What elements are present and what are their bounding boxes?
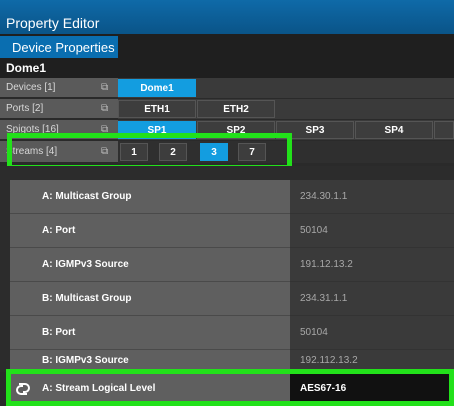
property-row: A: IGMPv3 Source 191.12.13.2 bbox=[10, 248, 454, 282]
property-row: B: Port 50104 bbox=[10, 316, 454, 350]
ports-row: Ports [2] ⧉ ETH1 ETH2 bbox=[0, 99, 454, 119]
property-row: A: Port 50104 bbox=[10, 214, 454, 248]
property-name: B: Port bbox=[10, 316, 290, 350]
ports-label: Ports [2] ⧉ bbox=[0, 99, 118, 119]
port-chip-eth2[interactable]: ETH2 bbox=[197, 100, 275, 118]
window-title: Property Editor bbox=[6, 15, 100, 31]
property-value[interactable]: 50104 bbox=[290, 214, 454, 248]
property-value[interactable]: 50104 bbox=[290, 316, 454, 350]
property-value[interactable]: 234.30.1.1 bbox=[290, 180, 454, 214]
property-name: A: Multicast Group bbox=[10, 180, 290, 214]
devices-row: Devices [1] ⧉ Dome1 bbox=[0, 78, 454, 98]
device-name: Dome1 bbox=[0, 58, 454, 78]
filter-icon[interactable]: ⧉ bbox=[101, 99, 108, 119]
property-value[interactable]: 191.12.13.2 bbox=[290, 248, 454, 282]
property-value[interactable]: 234.31.1.1 bbox=[290, 282, 454, 316]
property-name: A: IGMPv3 Source bbox=[10, 248, 290, 282]
port-chip-eth1[interactable]: ETH1 bbox=[118, 100, 196, 118]
property-name: A: Port bbox=[10, 214, 290, 248]
devices-label: Devices [1] ⧉ bbox=[0, 78, 118, 98]
spigot-chip-sp4[interactable]: SP4 bbox=[355, 121, 433, 139]
tab-label: Device Properties bbox=[12, 39, 115, 55]
streams-highlight bbox=[7, 133, 292, 170]
property-row: B: Multicast Group 234.31.1.1 bbox=[10, 282, 454, 316]
ports-label-text: Ports [2] bbox=[6, 103, 44, 114]
tab-bar: Device Properties bbox=[0, 34, 454, 58]
spigot-chip-more[interactable] bbox=[434, 121, 454, 139]
property-list: A: Multicast Group 234.30.1.1 A: Port 50… bbox=[0, 166, 454, 372]
property-name: B: Multicast Group bbox=[10, 282, 290, 316]
logical-level-highlight bbox=[6, 369, 454, 406]
tab-strip bbox=[0, 36, 8, 58]
device-chip-dome1[interactable]: Dome1 bbox=[118, 79, 196, 97]
filter-icon[interactable]: ⧉ bbox=[101, 78, 108, 98]
devices-label-text: Devices [1] bbox=[6, 82, 56, 93]
tab-device-properties[interactable]: Device Properties bbox=[8, 36, 118, 58]
property-row: A: Multicast Group 234.30.1.1 bbox=[10, 180, 454, 214]
window-title-bar: Property Editor bbox=[0, 0, 454, 34]
